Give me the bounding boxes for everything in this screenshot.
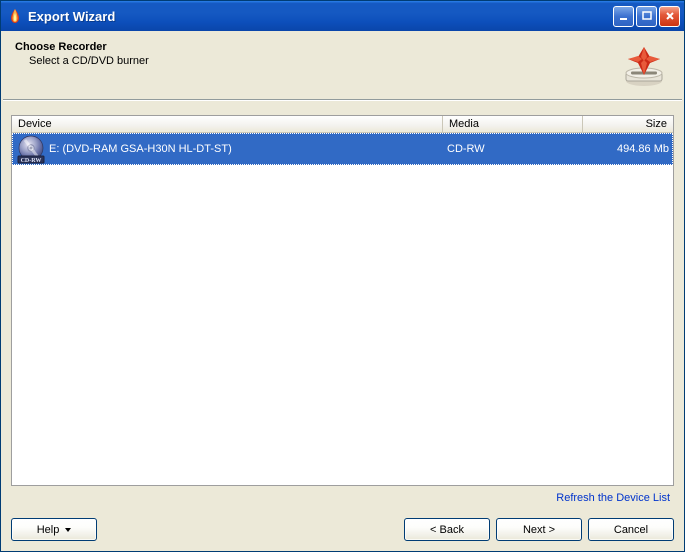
cell-device: CD-RW E: (DVD-RAM GSA-H30N HL-DT-ST) xyxy=(12,134,443,164)
device-name: E: (DVD-RAM GSA-H30N HL-DT-ST) xyxy=(49,143,232,155)
minimize-button[interactable] xyxy=(613,6,634,27)
column-header-size[interactable]: Size xyxy=(583,116,673,132)
wizard-header: Choose Recorder Select a CD/DVD burner xyxy=(1,31,684,95)
back-button[interactable]: < Back xyxy=(404,518,490,541)
help-button-label: Help xyxy=(37,524,60,536)
cd-rw-disc-icon: CD-RW xyxy=(16,134,46,164)
cell-media: CD-RW xyxy=(443,143,583,155)
burner-icon xyxy=(620,41,668,89)
dropdown-triangle-icon xyxy=(65,528,71,532)
cancel-button[interactable]: Cancel xyxy=(588,518,674,541)
page-title: Choose Recorder xyxy=(15,41,620,53)
titlebar: Export Wizard xyxy=(1,1,684,31)
list-header: Device Media Size xyxy=(12,116,673,133)
list-body: CD-RW E: (DVD-RAM GSA-H30N HL-DT-ST) CD-… xyxy=(12,133,673,485)
column-header-media[interactable]: Media xyxy=(443,116,583,132)
table-row[interactable]: CD-RW E: (DVD-RAM GSA-H30N HL-DT-ST) CD-… xyxy=(12,133,673,165)
cell-size: 494.86 Mb xyxy=(583,143,673,155)
device-list[interactable]: Device Media Size xyxy=(11,115,674,486)
refresh-device-list-link[interactable]: Refresh the Device List xyxy=(556,492,670,504)
help-button[interactable]: Help xyxy=(11,518,97,541)
window-title: Export Wizard xyxy=(28,9,613,24)
content-area: Device Media Size xyxy=(1,101,684,510)
column-header-device[interactable]: Device xyxy=(12,116,443,132)
page-subtitle: Select a CD/DVD burner xyxy=(15,55,620,67)
footer-buttons: Help < Back Next > Cancel xyxy=(1,510,684,551)
close-button[interactable] xyxy=(659,6,680,27)
maximize-button[interactable] xyxy=(636,6,657,27)
export-wizard-window: Export Wizard Choose Recorder Select a C… xyxy=(0,0,685,552)
window-controls xyxy=(613,6,680,27)
app-icon xyxy=(7,8,23,24)
svg-text:CD-RW: CD-RW xyxy=(21,158,42,164)
next-button[interactable]: Next > xyxy=(496,518,582,541)
